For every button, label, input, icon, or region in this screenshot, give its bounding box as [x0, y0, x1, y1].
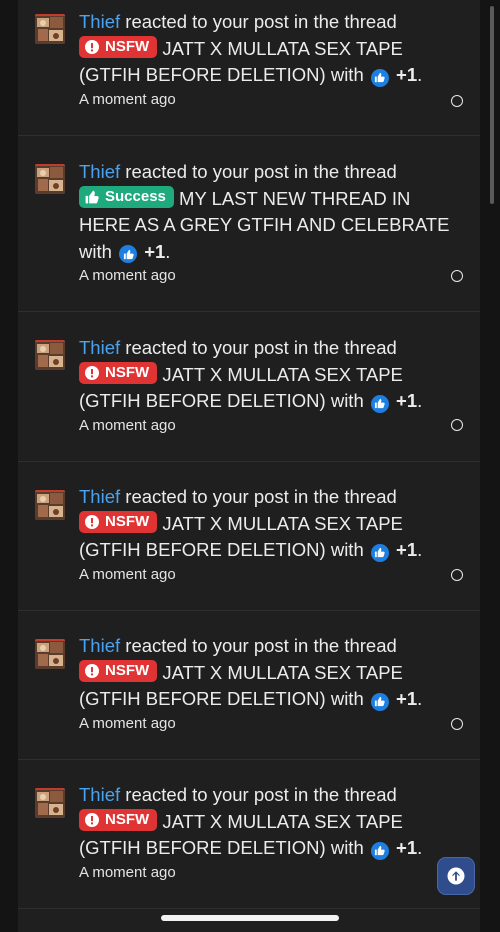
like-reaction-icon — [370, 68, 389, 87]
like-reaction-icon — [370, 394, 389, 413]
timestamp: A moment ago — [79, 565, 176, 583]
exclamation-circle-icon — [85, 663, 99, 678]
arrow-up-icon — [447, 867, 465, 885]
timestamp: A moment ago — [79, 863, 176, 881]
notification-text: Thief reacted to your post in the thread… — [79, 335, 459, 436]
prefix-badge-success[interactable]: Success — [79, 185, 174, 208]
action-text: reacted to your post in the thread — [125, 161, 397, 182]
username-link[interactable]: Thief — [79, 486, 120, 507]
reaction-count: +1 — [396, 837, 418, 858]
notifications-screen: Thief reacted to your post in the thread… — [0, 0, 500, 932]
avatar[interactable] — [35, 788, 65, 818]
prefix-badge-nsfw[interactable]: NSFW — [79, 659, 158, 682]
timestamp: A moment ago — [79, 267, 176, 284]
reaction-count: +1 — [396, 539, 418, 560]
with-text: with — [330, 688, 364, 709]
exclamation-circle-icon — [85, 39, 99, 54]
notification-item[interactable]: Thief reacted to your post in the thread… — [18, 462, 480, 611]
notification-item[interactable]: Thief reacted to your post in the thread… — [18, 0, 480, 136]
like-reaction-icon — [370, 841, 389, 860]
avatar[interactable] — [35, 490, 65, 520]
thumbs-up-icon — [85, 190, 99, 204]
prefix-badge-nsfw[interactable]: NSFW — [79, 510, 158, 533]
scroll-to-top-button[interactable] — [437, 857, 475, 895]
notification-item[interactable]: Thief reacted to your post in the thread… — [18, 136, 480, 312]
prefix-badge-nsfw[interactable]: NSFW — [79, 35, 158, 58]
with-text: with — [330, 390, 364, 411]
unread-circle-icon[interactable] — [451, 270, 463, 282]
reaction-count: +1 — [396, 64, 418, 85]
unread-circle-icon[interactable] — [451, 419, 463, 431]
action-text: reacted to your post in the thread — [125, 784, 397, 805]
end-punct: . — [417, 64, 423, 85]
end-punct: . — [417, 390, 423, 411]
avatar[interactable] — [35, 164, 65, 194]
home-indicator[interactable] — [161, 915, 339, 921]
with-text: with — [330, 64, 364, 85]
notification-text: Thief reacted to your post in the thread… — [79, 782, 459, 883]
reaction-count: +1 — [396, 390, 418, 411]
with-text: with — [330, 539, 364, 560]
avatar[interactable] — [35, 340, 65, 370]
prefix-label: Success — [105, 187, 166, 205]
prefix-label: NSFW — [105, 363, 150, 381]
notification-text: Thief reacted to your post in the thread… — [79, 159, 459, 286]
end-punct: . — [417, 837, 423, 858]
prefix-label: NSFW — [105, 810, 150, 828]
notification-item[interactable]: Thief reacted to your post in the thread… — [18, 312, 480, 462]
exclamation-circle-icon — [85, 365, 99, 380]
prefix-badge-nsfw[interactable]: NSFW — [79, 361, 158, 384]
with-text: with — [330, 837, 364, 858]
exclamation-circle-icon — [85, 514, 99, 529]
end-punct: . — [417, 539, 423, 560]
notification-item[interactable]: Thief reacted to your post in the thread… — [18, 611, 480, 760]
action-text: reacted to your post in the thread — [125, 486, 397, 507]
unread-circle-icon[interactable] — [451, 569, 463, 581]
with-text: with — [79, 240, 112, 262]
username-link[interactable]: Thief — [79, 11, 120, 32]
exclamation-circle-icon — [85, 812, 99, 827]
timestamp: A moment ago — [79, 416, 176, 434]
timestamp: A moment ago — [79, 90, 176, 108]
prefix-label: NSFW — [105, 661, 150, 679]
username-link[interactable]: Thief — [79, 635, 120, 656]
username-link[interactable]: Thief — [79, 337, 120, 358]
notification-item[interactable]: Thief reacted to your post in the thread… — [18, 760, 480, 909]
like-reaction-icon — [370, 692, 389, 711]
end-punct: . — [165, 240, 171, 262]
username-link[interactable]: Thief — [79, 161, 120, 182]
action-text: reacted to your post in the thread — [125, 635, 397, 656]
end-punct: . — [417, 688, 423, 709]
prefix-badge-nsfw[interactable]: NSFW — [79, 808, 158, 831]
notification-text: Thief reacted to your post in the thread… — [79, 633, 459, 734]
unread-circle-icon[interactable] — [451, 95, 463, 107]
unread-circle-icon[interactable] — [451, 718, 463, 730]
notification-list: Thief reacted to your post in the thread… — [18, 0, 480, 909]
notification-text: Thief reacted to your post in the thread… — [79, 9, 459, 110]
reaction-count: +1 — [396, 688, 418, 709]
like-reaction-icon — [119, 245, 138, 263]
scrollbar[interactable] — [490, 6, 494, 204]
notification-text: Thief reacted to your post in the thread… — [79, 484, 459, 585]
action-text: reacted to your post in the thread — [125, 11, 397, 32]
username-link[interactable]: Thief — [79, 784, 120, 805]
action-text: reacted to your post in the thread — [125, 337, 397, 358]
prefix-label: NSFW — [105, 512, 150, 530]
reaction-count: +1 — [144, 240, 166, 262]
avatar[interactable] — [35, 14, 65, 44]
prefix-label: NSFW — [105, 37, 150, 55]
avatar[interactable] — [35, 639, 65, 669]
like-reaction-icon — [370, 543, 389, 562]
timestamp: A moment ago — [79, 714, 176, 732]
